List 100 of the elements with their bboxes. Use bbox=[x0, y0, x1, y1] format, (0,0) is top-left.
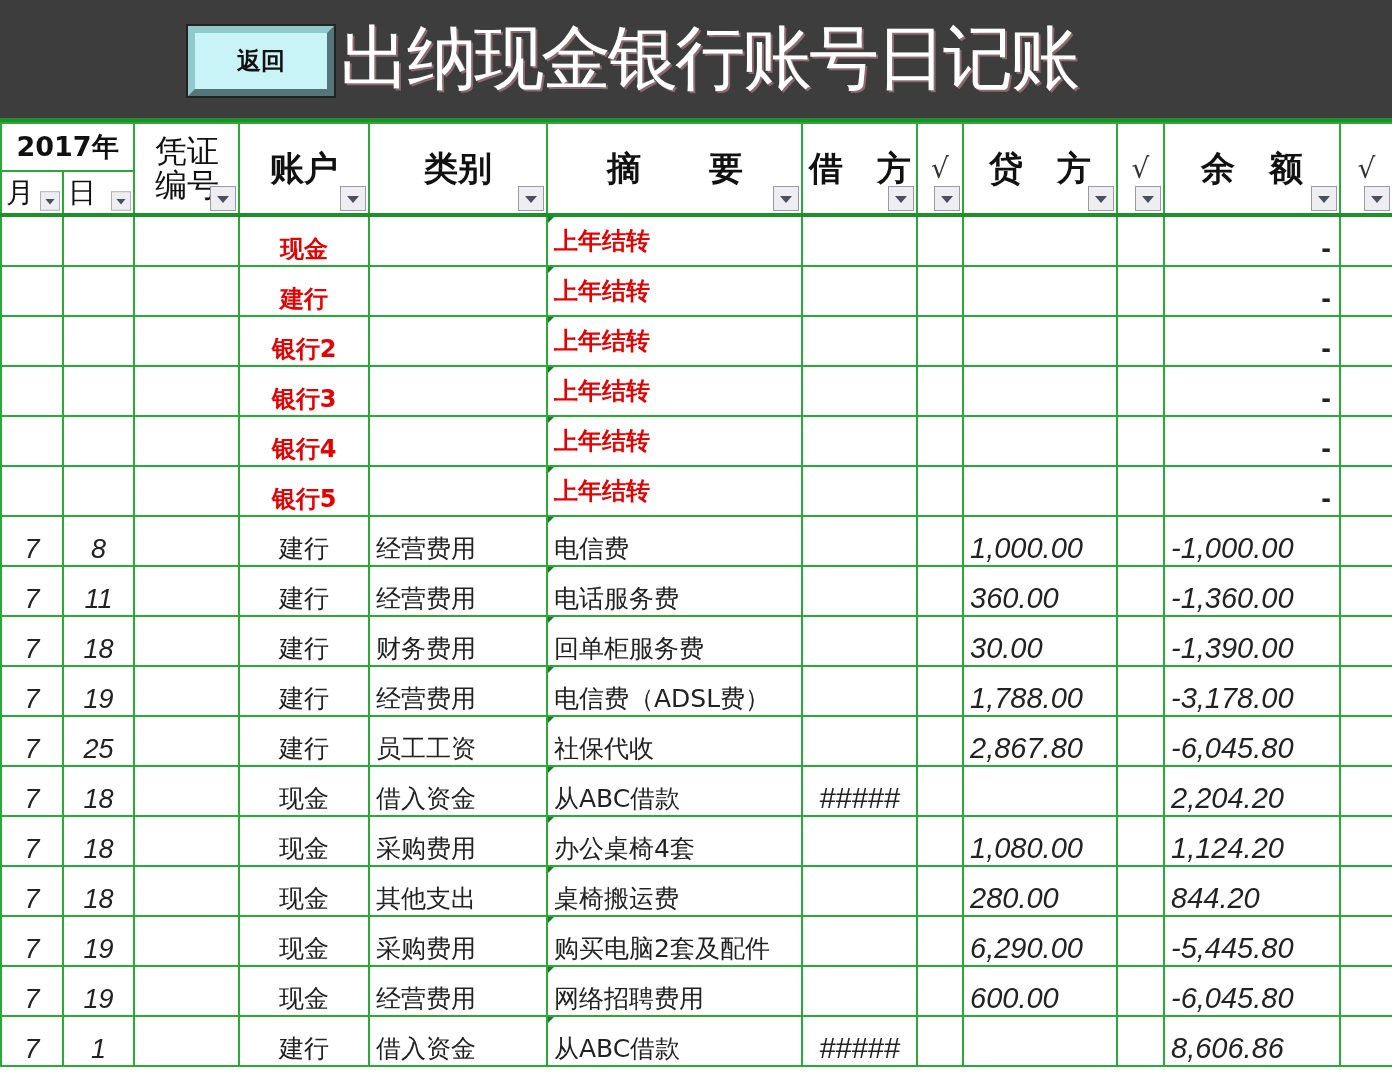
column-header: 贷 方 bbox=[989, 150, 1091, 187]
table-cell-text: 回单柜服务费 bbox=[554, 634, 704, 663]
table-cell-text: 上年结转 bbox=[554, 427, 650, 455]
table-cell-text: 18 bbox=[83, 634, 114, 664]
table-cell-text: 1 bbox=[91, 1034, 106, 1064]
table-cell-text: 借入资金 bbox=[376, 1034, 476, 1063]
back-button[interactable]: 返回 bbox=[188, 26, 334, 96]
table-cell-text: 办公桌椅4套 bbox=[554, 834, 695, 863]
table-cell-text: 经营费用 bbox=[376, 984, 476, 1013]
sheet-title: 出纳现金银行账号日记账 bbox=[340, 16, 1077, 101]
filter-dropdown-icon[interactable] bbox=[1088, 186, 1114, 211]
table-cell-text: 电话服务费 bbox=[554, 584, 679, 613]
filter-dropdown-icon[interactable] bbox=[518, 186, 544, 211]
table-cell-text: 其他支出 bbox=[376, 884, 476, 913]
table-cell-text: 6,290.00 bbox=[970, 932, 1083, 964]
table-cell-text: -3,178.00 bbox=[1171, 682, 1294, 714]
column-header: 摘 要 bbox=[606, 150, 743, 187]
table-cell-text: 19 bbox=[83, 934, 114, 964]
table-cell-text: 银行5 bbox=[271, 485, 337, 513]
table-cell-text: 建行 bbox=[279, 1034, 329, 1063]
table-cell-text: 7 bbox=[24, 534, 40, 564]
table-cell-text: 2,867.80 bbox=[970, 732, 1083, 764]
column-header: 日 bbox=[68, 177, 96, 208]
table-cell-text: 7 bbox=[24, 934, 40, 964]
table-cell-text: -6,045.80 bbox=[1171, 982, 1294, 1014]
table-cell-text: 7 bbox=[24, 834, 40, 864]
table-cell-text: 现金 bbox=[279, 834, 329, 863]
table-cell-text: 1,000.00 bbox=[970, 532, 1083, 564]
filter-dropdown-icon[interactable] bbox=[340, 186, 366, 211]
table-cell-text: 现金 bbox=[279, 934, 329, 963]
year-header: 2017年 bbox=[16, 131, 119, 162]
filter-dropdown-icon[interactable] bbox=[773, 186, 799, 211]
table-cell-text: 银行4 bbox=[271, 435, 337, 463]
table-cell-text: 1,080.00 bbox=[970, 832, 1083, 864]
table-cell-text: 借入资金 bbox=[376, 784, 476, 813]
table-cell-text: 网络招聘费用 bbox=[554, 984, 704, 1013]
table-cell-text: 600.00 bbox=[970, 982, 1059, 1014]
table-cell-text: 844.20 bbox=[1171, 882, 1260, 914]
table-cell-text: 19 bbox=[83, 984, 114, 1014]
table-cell-text: 18 bbox=[83, 884, 114, 914]
table-cell-text: 社保代收 bbox=[554, 734, 654, 763]
table-cell-text: - bbox=[1321, 432, 1331, 464]
table-cell-text: 银行2 bbox=[271, 335, 337, 363]
table-cell-text: 采购费用 bbox=[376, 834, 476, 863]
table-cell-text: 建行 bbox=[279, 684, 329, 713]
table-cell-text: 财务费用 bbox=[376, 634, 476, 663]
table-cell-text: 建行 bbox=[279, 534, 329, 563]
table-cell-text: 7 bbox=[24, 1034, 40, 1064]
filter-dropdown-icon[interactable] bbox=[1364, 186, 1390, 211]
table-cell-text: 上年结转 bbox=[554, 377, 650, 405]
table-cell-text: 员工工资 bbox=[376, 734, 476, 763]
table-cell-text: 现金 bbox=[279, 784, 329, 813]
table-cell-text: 7 bbox=[24, 584, 40, 614]
table-cell-text: 上年结转 bbox=[554, 227, 650, 255]
table-cell-text: 建行 bbox=[279, 734, 329, 763]
table-cell-text: -5,445.80 bbox=[1171, 932, 1294, 964]
filter-dropdown-icon[interactable] bbox=[934, 186, 960, 211]
table-cell-text: ##### bbox=[819, 782, 900, 814]
column-header: √ bbox=[931, 153, 949, 184]
table-cell-text: 上年结转 bbox=[554, 477, 650, 505]
table-cell-text: 11 bbox=[84, 584, 113, 614]
table-cell-text: 建行 bbox=[279, 634, 329, 663]
table-cell-text: 7 bbox=[24, 984, 40, 1014]
table-cell-text: 25 bbox=[83, 734, 114, 764]
table-cell-text: 现金 bbox=[279, 984, 329, 1013]
table-cell-text: 7 bbox=[24, 734, 40, 764]
table-cell-text: 2,204.20 bbox=[1171, 782, 1284, 814]
table-cell-text: 现金 bbox=[280, 235, 328, 263]
table-cell-text: - bbox=[1321, 482, 1331, 514]
table-cell-text: 经营费用 bbox=[376, 584, 476, 613]
table-cell-text: 从ABC借款 bbox=[554, 784, 681, 813]
table-cell-text: 建行 bbox=[279, 584, 329, 613]
column-header: 账户 bbox=[270, 150, 338, 187]
filter-dropdown-icon[interactable] bbox=[40, 191, 60, 211]
table-cell-text: 7 bbox=[24, 884, 40, 914]
table-cell-text: 银行3 bbox=[271, 385, 337, 413]
table-cell-text: 1,124.20 bbox=[1171, 832, 1284, 864]
table-cell-text: 经营费用 bbox=[376, 684, 476, 713]
table-cell-text: -6,045.80 bbox=[1171, 732, 1294, 764]
table-cell-text: 电信费（ADSL费） bbox=[554, 684, 771, 713]
column-header: 余 额 bbox=[1201, 150, 1303, 187]
table-cell-text: 7 bbox=[24, 684, 40, 714]
filter-dropdown-icon[interactable] bbox=[111, 191, 131, 211]
column-header: 借 方 bbox=[809, 150, 911, 187]
table-cell-text: 桌椅搬运费 bbox=[554, 884, 679, 913]
filter-dropdown-icon[interactable] bbox=[888, 186, 914, 211]
table-cell-text: 7 bbox=[24, 784, 40, 814]
table-cell-text: 建行 bbox=[280, 285, 328, 313]
table-cell-text: -1,000.00 bbox=[1171, 532, 1294, 564]
table-cell-text: 18 bbox=[83, 784, 114, 814]
table-cell-text: 1,788.00 bbox=[970, 682, 1083, 714]
table-cell-text: 现金 bbox=[279, 884, 329, 913]
table-cell-text: 18 bbox=[83, 834, 114, 864]
table-cell-text: - bbox=[1321, 382, 1331, 414]
table-cell-text: -1,390.00 bbox=[1171, 632, 1294, 664]
filter-dropdown-icon[interactable] bbox=[1135, 186, 1161, 211]
filter-dropdown-icon[interactable] bbox=[1311, 186, 1337, 211]
table-cell-text: ##### bbox=[819, 1032, 900, 1064]
table-cell-text: 7 bbox=[24, 634, 40, 664]
table-cell-text: 8,606.86 bbox=[1171, 1032, 1284, 1064]
